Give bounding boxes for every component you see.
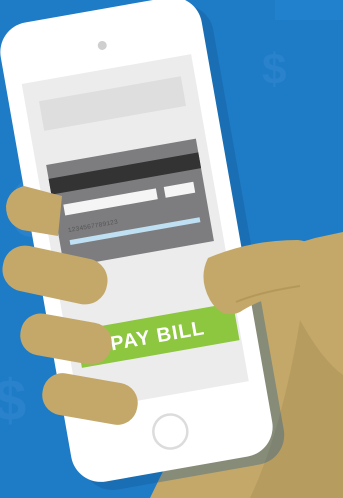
svg-text:$: $ [262,45,286,94]
background-stripe [275,0,343,20]
illustration-canvas: $ $ $ [0,0,343,498]
svg-text:$: $ [0,368,26,433]
payment-illustration: $ $ $ [0,0,343,498]
